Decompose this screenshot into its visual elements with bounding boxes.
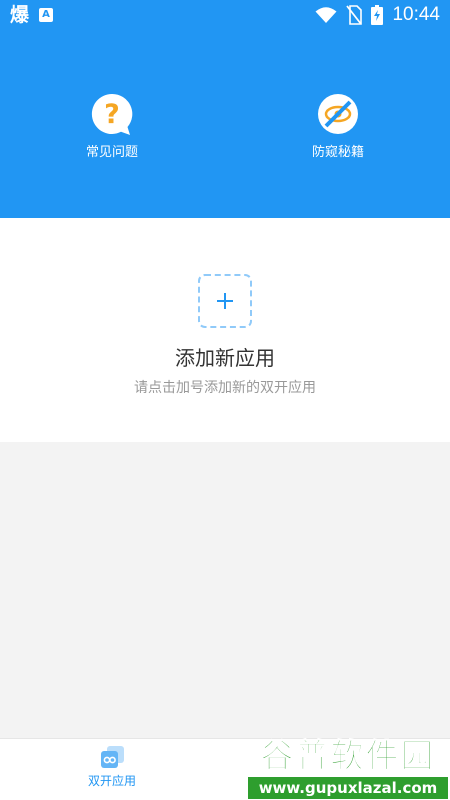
tab-dual-apps-label: 双开应用 — [87, 774, 136, 788]
eye-blocked-icon — [318, 94, 358, 134]
status-left: 爆 A — [10, 3, 54, 27]
no-sim-icon — [346, 5, 363, 25]
header-panel: ? 常见问题 防窥秘籍 — [0, 30, 450, 218]
empty-state-card: 添加新应用 请点击加号添加新的双开应用 — [0, 218, 450, 442]
site-watermark: 谷普软件园 www.gupuxlazal.com — [246, 736, 450, 800]
tab-dual-apps[interactable]: 双开应用 — [62, 745, 162, 789]
faq-label: 常见问题 — [85, 145, 138, 160]
watermark-brand: 谷普软件园 — [260, 736, 436, 776]
empty-state-title: 添加新应用 — [175, 346, 275, 370]
plus-icon — [217, 293, 233, 309]
status-bar: 爆 A 10:44 — [0, 0, 450, 30]
dual-apps-icon — [101, 746, 124, 768]
add-app-button[interactable] — [198, 274, 252, 328]
watermark-url: www.gupuxlazal.com — [248, 777, 448, 799]
notification-badge-icon: A — [39, 8, 54, 22]
status-right: 10:44 — [315, 3, 440, 27]
faq-button[interactable]: ? 常见问题 — [42, 92, 182, 162]
svg-text:?: ? — [104, 99, 120, 130]
wifi-icon — [315, 7, 337, 23]
status-time: 10:44 — [392, 4, 440, 25]
anti-ban-label: 防窥秘籍 — [311, 145, 364, 160]
empty-state-hint: 请点击加号添加新的双开应用 — [134, 380, 316, 396]
question-bubble-icon: ? — [91, 93, 133, 135]
battery-charging-icon — [371, 5, 384, 25]
app-notification-icon: 爆 — [10, 4, 30, 26]
anti-ban-tips-button[interactable]: 防窥秘籍 — [268, 92, 408, 162]
